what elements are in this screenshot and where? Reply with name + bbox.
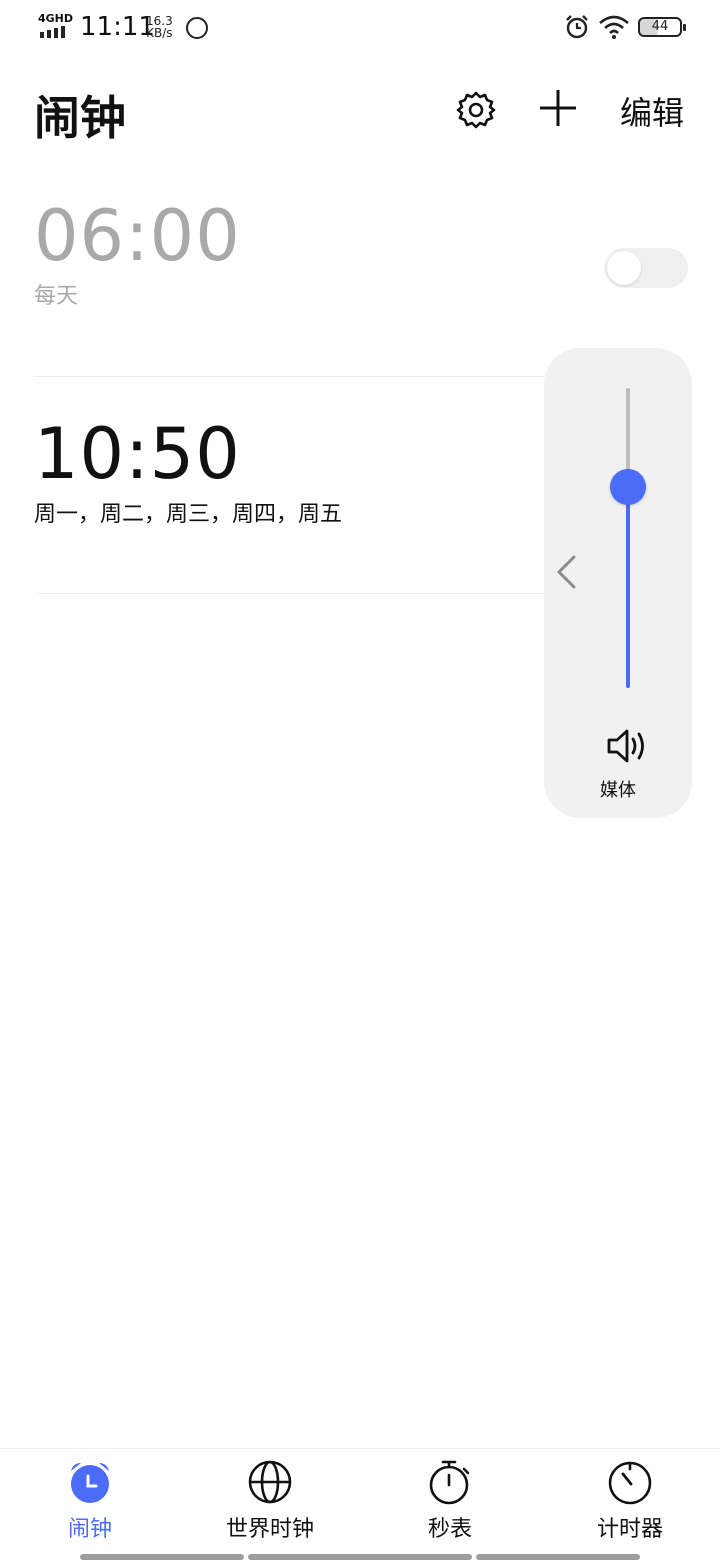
add-alarm-plus-icon[interactable] <box>538 88 578 128</box>
clock-app-screen: 4GHD 11:11 16.3 KB/s 44 闹钟 编辑 06:00 每天 1… <box>0 0 720 1560</box>
alarm-divider <box>34 593 544 594</box>
toggle-knob <box>607 251 641 285</box>
volume-slider-handle[interactable] <box>610 469 646 505</box>
speaker-icon[interactable] <box>606 728 650 764</box>
alarm-repeat: 每天 <box>34 284 79 309</box>
globe-icon <box>248 1460 292 1504</box>
stopwatch-icon <box>429 1460 470 1505</box>
volume-slider-track[interactable] <box>626 388 630 688</box>
status-bar: 4GHD 11:11 16.3 KB/s 44 <box>0 0 720 56</box>
gesture-bar-segment <box>248 1554 472 1560</box>
alarm-status-icon <box>566 15 588 39</box>
network-type: 4GHD <box>38 12 74 25</box>
network-speed-unit: KB/s <box>146 26 173 40</box>
settings-gear-icon[interactable] <box>456 90 496 130</box>
wifi-icon <box>599 15 629 39</box>
tab-alarm[interactable]: 闹钟 <box>0 1459 180 1543</box>
gesture-bar-segment <box>80 1554 244 1560</box>
volume-slider-fill <box>626 487 630 688</box>
tab-label: 计时器 <box>596 1517 663 1542</box>
timer-icon <box>608 1461 652 1505</box>
tab-label: 世界时钟 <box>225 1517 314 1542</box>
chevron-left-icon[interactable] <box>554 554 580 590</box>
status-right-group: 44 <box>564 14 686 40</box>
app-notification-icon <box>186 17 208 39</box>
edit-button[interactable]: 编辑 <box>620 88 684 134</box>
network-speed: 16.3 KB/s <box>146 15 173 39</box>
battery-icon: 44 <box>638 17 686 37</box>
status-time: 11:11 <box>80 12 155 42</box>
volume-stream-label: 媒体 <box>600 780 636 801</box>
alarm-toggle-switch[interactable] <box>604 248 688 288</box>
volume-panel: 媒体 <box>544 348 692 818</box>
tab-timer[interactable]: 计时器 <box>540 1459 720 1543</box>
cellular-signal-icon: 4GHD <box>38 12 74 40</box>
alarm-clock-icon <box>71 1463 109 1503</box>
alarm-divider <box>34 376 544 377</box>
alarm-item[interactable]: 06:00 每天 <box>34 200 686 310</box>
tab-label: 闹钟 <box>67 1517 112 1542</box>
page-title: 闹钟 <box>34 91 126 145</box>
alarm-time: 06:00 <box>34 195 241 277</box>
tab-stopwatch[interactable]: 秒表 <box>360 1459 540 1543</box>
tab-label: 秒表 <box>427 1517 472 1542</box>
gesture-bar-segment <box>476 1554 640 1560</box>
tab-world-clock[interactable]: 世界时钟 <box>180 1459 360 1543</box>
bottom-navigation: 闹钟 世界时钟 秒表 计时器 <box>0 1448 720 1560</box>
